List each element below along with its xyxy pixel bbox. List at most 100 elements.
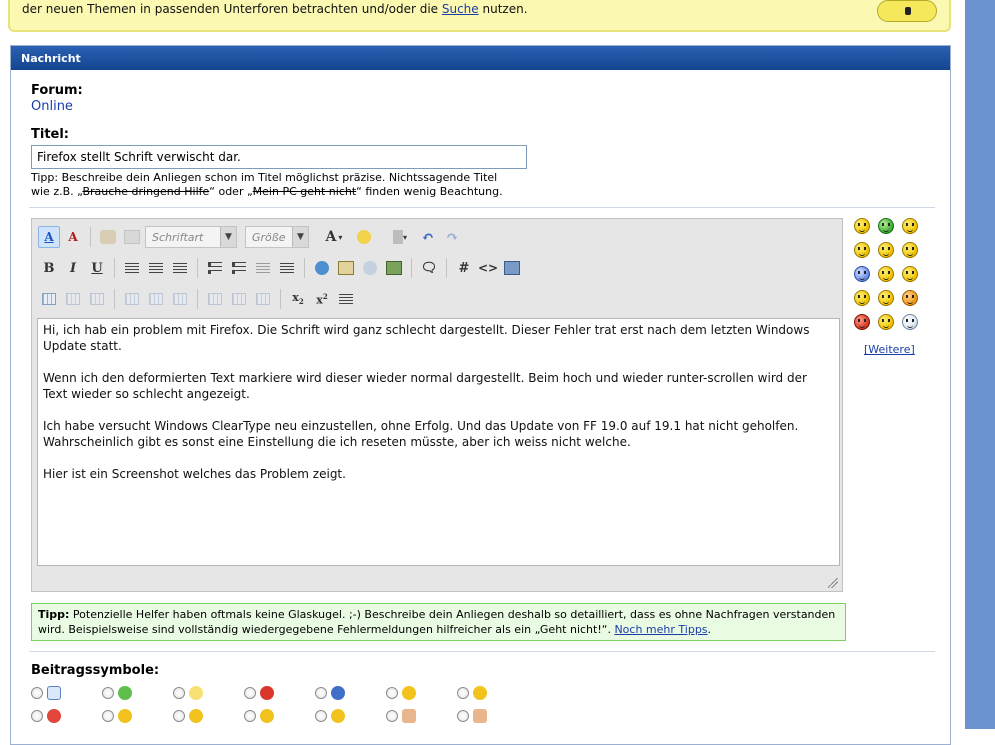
radio[interactable] — [457, 709, 469, 722]
align-left-button[interactable] — [121, 257, 143, 279]
wrap-html-button[interactable]: <> — [477, 257, 499, 279]
radio[interactable] — [102, 709, 114, 722]
post-symbol-option[interactable] — [102, 685, 173, 700]
smiley-button[interactable] — [353, 226, 375, 248]
subscript-button[interactable]: x2 — [287, 288, 309, 310]
insert-table-button[interactable] — [38, 288, 60, 310]
radio[interactable] — [244, 686, 256, 699]
table-props-button[interactable] — [62, 288, 84, 310]
remove-link-button[interactable] — [359, 257, 381, 279]
smiley-icon[interactable] — [854, 266, 870, 282]
quote-button[interactable]: 🗨 — [418, 257, 440, 279]
unordered-list-button[interactable] — [228, 257, 250, 279]
radio[interactable] — [386, 686, 398, 699]
tip-text: “ oder „ — [209, 185, 253, 198]
post-symbol-option[interactable] — [315, 708, 386, 723]
radio[interactable] — [457, 686, 469, 699]
wrap-code-button[interactable]: # — [453, 257, 475, 279]
radio[interactable] — [315, 709, 327, 722]
radio[interactable] — [173, 709, 185, 722]
smiley-icon[interactable] — [878, 314, 894, 330]
smiley-icon[interactable] — [854, 242, 870, 258]
smiley-icon[interactable] — [878, 218, 894, 234]
radio[interactable] — [102, 686, 114, 699]
redo-button[interactable]: ↷ — [441, 226, 463, 248]
insert-link-button[interactable] — [311, 257, 333, 279]
cut-button[interactable] — [97, 226, 119, 248]
align-right-button[interactable] — [169, 257, 191, 279]
insert-col-left-button[interactable] — [204, 288, 226, 310]
scrollbar-track[interactable] — [965, 0, 995, 729]
smiley-icon[interactable] — [854, 290, 870, 306]
more-smilies-link[interactable]: [Weitere] — [864, 343, 915, 356]
forum-label: Forum: — [31, 83, 83, 98]
radio[interactable] — [31, 686, 43, 699]
smiley-icon[interactable] — [902, 266, 918, 282]
indent-button[interactable] — [276, 257, 298, 279]
horizontal-rule-button[interactable] — [335, 288, 357, 310]
size-select[interactable]: Größe ▼ — [245, 226, 309, 248]
post-symbol-option[interactable] — [244, 708, 315, 723]
post-symbol-option[interactable] — [173, 685, 244, 700]
smiley-icon[interactable] — [878, 290, 894, 306]
wysiwyg-mode-button[interactable]: A — [38, 226, 60, 248]
insert-email-button[interactable] — [335, 257, 357, 279]
superscript-button[interactable]: x2 — [311, 288, 333, 310]
post-symbol-option[interactable] — [386, 708, 457, 723]
radio[interactable] — [244, 709, 256, 722]
message-textarea[interactable]: Hi, ich hab ein problem mit Firefox. Die… — [37, 318, 840, 566]
smiley-icon[interactable] — [854, 218, 870, 234]
table-icon — [125, 293, 139, 305]
insert-row-below-button[interactable] — [145, 288, 167, 310]
post-symbol-option[interactable] — [102, 708, 173, 723]
radio[interactable] — [315, 686, 327, 699]
title-input[interactable] — [31, 145, 527, 169]
radio[interactable] — [31, 709, 43, 722]
post-symbol-option[interactable] — [31, 685, 102, 700]
resize-handle[interactable] — [828, 578, 838, 588]
smiley-icon[interactable] — [902, 242, 918, 258]
smiley-icon — [473, 685, 487, 700]
underline-button[interactable]: U — [86, 257, 108, 279]
smiley-icon[interactable] — [878, 266, 894, 282]
delete-col-button[interactable] — [252, 288, 274, 310]
align-menu-button[interactable]: ▾ — [385, 226, 415, 248]
radio[interactable] — [173, 686, 185, 699]
text-color-button[interactable]: A ▾ — [317, 226, 351, 248]
smiley-icon[interactable] — [854, 314, 870, 330]
smiley-icon[interactable] — [902, 290, 918, 306]
more-tips-link[interactable]: Noch mehr Tipps — [614, 623, 707, 636]
post-symbol-option[interactable] — [457, 685, 528, 700]
bold-button[interactable]: B — [38, 257, 60, 279]
align-center-button[interactable] — [145, 257, 167, 279]
wrap-php-button[interactable] — [501, 257, 523, 279]
toggle-button[interactable] — [877, 0, 937, 22]
outdent-button[interactable] — [252, 257, 274, 279]
post-symbol-option[interactable] — [173, 708, 244, 723]
ordered-list-button[interactable] — [204, 257, 226, 279]
italic-button[interactable]: I — [62, 257, 84, 279]
image-icon — [386, 261, 402, 275]
delete-row-button[interactable] — [169, 288, 191, 310]
post-symbol-option[interactable] — [457, 708, 528, 723]
smiley-icon[interactable] — [902, 218, 918, 234]
insert-row-above-button[interactable] — [121, 288, 143, 310]
post-symbol-option[interactable] — [244, 685, 315, 700]
post-symbol-option[interactable] — [31, 708, 102, 723]
paste-button[interactable] — [121, 226, 143, 248]
forum-link[interactable]: Online — [31, 99, 73, 114]
exclamation-icon — [260, 685, 274, 700]
search-link[interactable]: Suche — [442, 2, 479, 16]
undo-button[interactable]: ↶ — [417, 226, 439, 248]
post-symbol-option[interactable] — [315, 685, 386, 700]
smiley-icon[interactable] — [902, 314, 918, 330]
smiley-icon[interactable] — [878, 242, 894, 258]
delete-table-button[interactable] — [86, 288, 108, 310]
radio[interactable] — [386, 709, 398, 722]
tip-example-2: Mein PC geht nicht — [252, 185, 357, 198]
insert-col-right-button[interactable] — [228, 288, 250, 310]
font-select[interactable]: Schriftart ▼ — [145, 226, 237, 248]
post-symbol-option[interactable] — [386, 685, 457, 700]
remove-format-button[interactable]: A — [62, 226, 84, 248]
insert-image-button[interactable] — [383, 257, 405, 279]
